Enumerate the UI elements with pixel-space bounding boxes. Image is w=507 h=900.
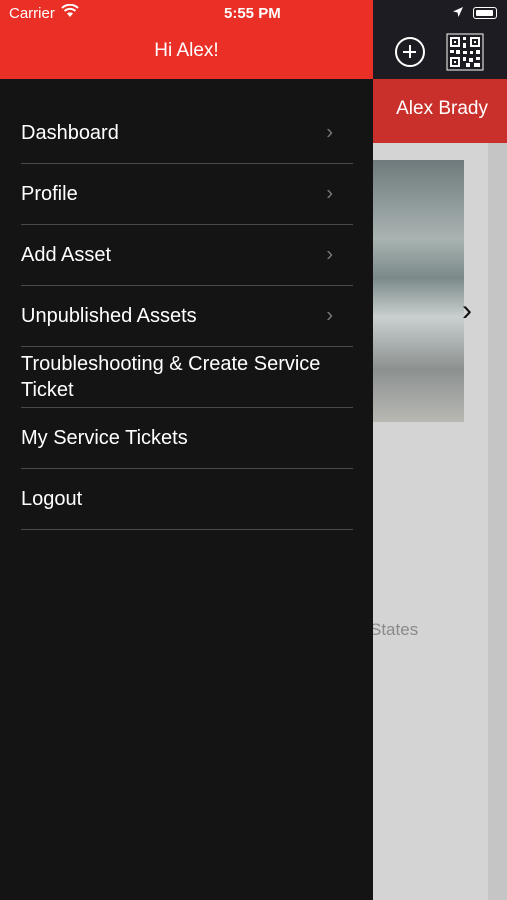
- menu-item-dashboard[interactable]: Dashboard ›: [21, 103, 353, 164]
- qr-code-icon[interactable]: [446, 33, 484, 71]
- menu-item-label: Profile: [21, 183, 78, 205]
- menu-item-label: Troubleshooting & Create Service Ticket: [21, 353, 321, 401]
- chevron-right-icon: ›: [326, 121, 333, 144]
- chevron-right-icon: ›: [326, 182, 333, 205]
- chevron-right-icon: ›: [326, 243, 333, 266]
- menu-item-unpublished-assets[interactable]: Unpublished Assets ›: [21, 286, 353, 347]
- drawer-greeting: Hi Alex!: [154, 40, 219, 61]
- carrier-label: Carrier: [9, 5, 55, 22]
- menu-item-my-service-tickets[interactable]: My Service Tickets: [21, 408, 353, 469]
- asset-image: [372, 160, 464, 422]
- add-icon[interactable]: [395, 37, 425, 67]
- menu-item-label: Logout: [21, 488, 83, 510]
- menu-item-label: Add Asset: [21, 244, 112, 266]
- battery-icon: [473, 7, 497, 19]
- menu-item-label: Unpublished Assets: [21, 305, 197, 327]
- menu-item-profile[interactable]: Profile ›: [21, 164, 353, 225]
- status-bar: Carrier 5:55 PM: [0, 0, 507, 28]
- chevron-right-icon[interactable]: ›: [462, 296, 482, 326]
- clock-time: 5:55 PM: [224, 5, 281, 22]
- location-arrow-icon: [453, 7, 463, 17]
- background-partial-text: States: [370, 620, 419, 639]
- background-scroll-strip: [488, 143, 507, 900]
- menu-item-label: My Service Tickets: [21, 427, 188, 449]
- chevron-right-icon: ›: [326, 304, 333, 327]
- menu-item-label: Dashboard: [21, 122, 119, 144]
- side-drawer: Hi Alex! Dashboard › Profile › Add Asset…: [0, 0, 373, 900]
- user-name: Alex Brady: [396, 98, 488, 119]
- wifi-icon: [61, 4, 79, 17]
- drawer-menu: Dashboard › Profile › Add Asset › Unpubl…: [21, 103, 353, 530]
- menu-item-add-asset[interactable]: Add Asset ›: [21, 225, 353, 286]
- menu-item-troubleshooting[interactable]: Troubleshooting & Create Service Ticket: [21, 347, 353, 408]
- menu-item-logout[interactable]: Logout: [21, 469, 353, 530]
